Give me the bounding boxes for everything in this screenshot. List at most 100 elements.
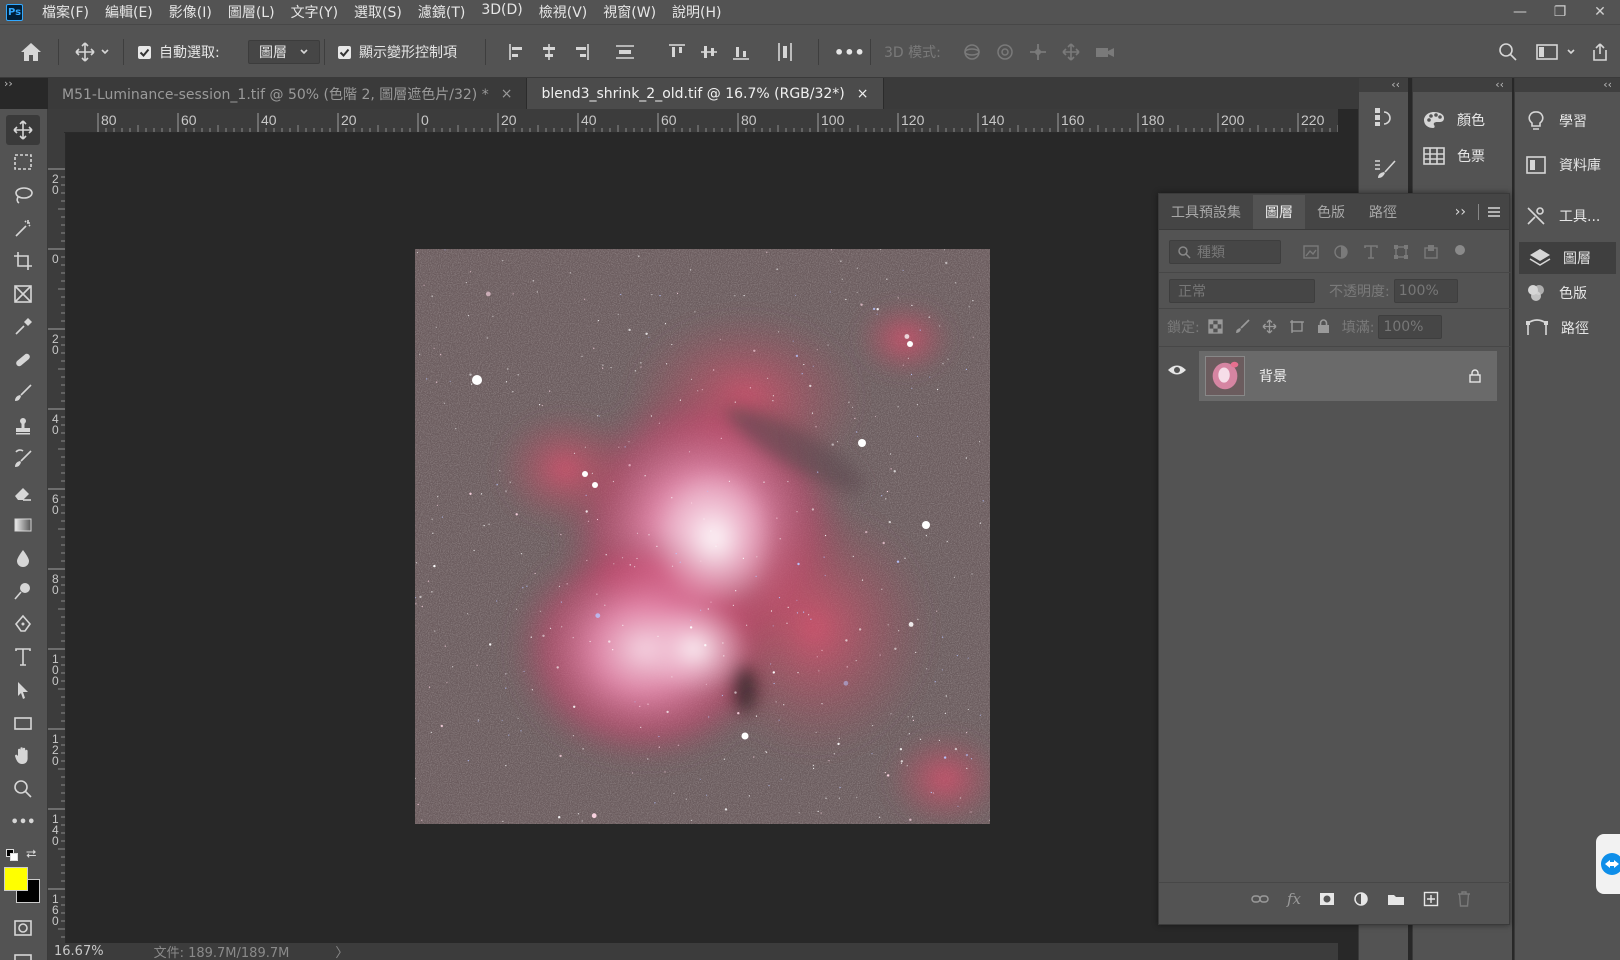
align-right-button[interactable] <box>572 25 590 79</box>
hand-tool[interactable] <box>6 741 40 771</box>
channels-panel-button[interactable]: 色版 <box>1515 274 1620 312</box>
filter-shape-icon[interactable] <box>1393 244 1409 260</box>
share-button[interactable] <box>1590 25 1610 79</box>
filter-smart-object-icon[interactable] <box>1423 244 1439 260</box>
align-left-button[interactable] <box>508 25 526 79</box>
tab-paths[interactable]: 路徑 <box>1357 195 1409 229</box>
vertical-ruler[interactable]: 20020406080100120140160 <box>48 133 66 943</box>
workspace-switcher-button[interactable] <box>1536 25 1576 79</box>
scale-3d-camera-icon[interactable] <box>1094 42 1116 62</box>
dodge-tool[interactable] <box>6 576 40 606</box>
blur-tool[interactable] <box>6 543 40 573</box>
align-top-button[interactable] <box>668 25 686 79</box>
adjustment-layer-icon[interactable] <box>1353 891 1369 907</box>
collapse-dock-button[interactable]: ‹‹ <box>1359 78 1408 92</box>
link-layers-icon[interactable] <box>1251 893 1269 905</box>
crop-tool[interactable] <box>6 246 40 276</box>
path-selection-tool[interactable] <box>6 675 40 705</box>
document-tab-active[interactable]: blend3_shrink_2_old.tif @ 16.7% (RGB/32*… <box>527 78 884 109</box>
more-options-button[interactable]: ••• <box>834 25 865 79</box>
menu-file[interactable]: 檔案(F) <box>42 2 89 22</box>
eraser-tool[interactable] <box>6 477 40 507</box>
screen-mode-button[interactable] <box>6 945 40 960</box>
healing-brush-tool[interactable] <box>6 345 40 375</box>
filter-pixel-icon[interactable] <box>1303 245 1319 259</box>
close-tab-button[interactable]: × <box>857 86 869 102</box>
filter-toggle-icon[interactable] <box>1453 245 1467 259</box>
orbit-3d-icon[interactable] <box>962 42 982 62</box>
history-brush-tool[interactable] <box>6 444 40 474</box>
menu-edit[interactable]: 編輯(E) <box>105 2 153 22</box>
search-button[interactable] <box>1498 25 1518 79</box>
rectangle-tool[interactable] <box>6 708 40 738</box>
layer-visibility-toggle[interactable] <box>1167 363 1187 381</box>
zoom-level[interactable]: 16.67% <box>54 944 104 959</box>
tool-presets-panel-button[interactable]: 工具... <box>1515 190 1620 242</box>
filter-type-icon[interactable] <box>1363 244 1379 260</box>
align-bottom-button[interactable] <box>732 25 750 79</box>
new-layer-icon[interactable] <box>1423 891 1439 907</box>
filter-adjustment-icon[interactable] <box>1333 244 1349 260</box>
type-tool[interactable] <box>6 642 40 672</box>
layer-row[interactable]: 背景 <box>1199 351 1497 401</box>
show-transform-checkbox[interactable]: 顯示變形控制項 <box>338 25 457 79</box>
remote-access-widget[interactable] <box>1596 834 1620 894</box>
learn-panel-button[interactable]: 學習 <box>1515 102 1620 140</box>
swap-colors-icon[interactable]: ⮂ <box>26 847 36 862</box>
gradient-tool[interactable] <box>6 510 40 540</box>
horizontal-ruler[interactable]: 80 60 40 20 0 20 40 60 80 100 120 140 160 180 200 220 <box>64 109 1338 133</box>
zoom-tool[interactable] <box>6 774 40 804</box>
move-tool[interactable] <box>6 115 40 145</box>
lock-pixels-icon[interactable] <box>1235 319 1250 334</box>
status-expand-arrow[interactable]: 〉 <box>335 942 348 960</box>
menu-type[interactable]: 文字(Y) <box>291 2 338 22</box>
distribute-horizontal-button[interactable] <box>776 25 794 79</box>
roll-3d-icon[interactable] <box>995 42 1015 62</box>
home-button[interactable] <box>20 25 42 79</box>
edit-toolbar-button[interactable]: ••• <box>6 807 40 837</box>
tab-layers[interactable]: 圖層 <box>1253 195 1305 229</box>
lock-position-icon[interactable] <box>1262 319 1277 334</box>
menu-select[interactable]: 選取(S) <box>354 2 402 22</box>
ruler-origin[interactable] <box>48 109 64 133</box>
opacity-input[interactable]: 100% <box>1393 278 1458 303</box>
new-group-folder-icon[interactable] <box>1387 892 1405 906</box>
swatches-panel-button[interactable]: 色票 <box>1413 138 1512 174</box>
brush-tool[interactable] <box>6 378 40 408</box>
foreground-color-swatch[interactable] <box>4 867 28 891</box>
blend-mode-dropdown[interactable]: 正常 <box>1169 278 1315 303</box>
color-panel-button[interactable]: 顏色 <box>1413 102 1512 138</box>
document-tab[interactable]: M51-Luminance-session_1.tif @ 50% (色階 2,… <box>48 78 528 109</box>
collapse-dock-button[interactable]: ‹‹ <box>1515 78 1620 92</box>
menu-view[interactable]: 檢視(V) <box>539 2 588 22</box>
add-mask-icon[interactable] <box>1319 892 1335 906</box>
expand-panel-button[interactable]: ›› <box>1443 195 1478 229</box>
tab-channels[interactable]: 色版 <box>1305 195 1357 229</box>
default-colors-icon[interactable] <box>6 849 18 861</box>
close-window-button[interactable]: ✕ <box>1580 0 1620 24</box>
lasso-tool[interactable] <box>6 180 40 210</box>
menu-layer[interactable]: 圖層(L) <box>228 2 275 22</box>
auto-select-checkbox[interactable]: 自動選取: <box>138 25 220 79</box>
restore-button[interactable]: ❐ <box>1540 0 1580 24</box>
fill-input[interactable]: 100% <box>1378 314 1443 339</box>
history-panel-button[interactable] <box>1373 106 1395 132</box>
lock-artboard-icon[interactable] <box>1289 319 1305 334</box>
libraries-panel-button[interactable]: 資料庫 <box>1515 140 1620 190</box>
auto-select-target-dropdown[interactable]: 圖層 <box>248 40 320 64</box>
menu-window[interactable]: 視窗(W) <box>603 2 656 22</box>
panel-menu-button[interactable] <box>1479 195 1509 229</box>
tab-tool-presets[interactable]: 工具預設集 <box>1159 195 1253 229</box>
magic-wand-tool[interactable] <box>6 213 40 243</box>
align-middle-button[interactable] <box>700 25 718 79</box>
menu-3d[interactable]: 3D(D) <box>481 2 522 22</box>
layer-style-fx-icon[interactable]: fx <box>1287 890 1301 908</box>
paths-panel-button[interactable]: 路徑 <box>1515 312 1620 344</box>
marquee-tool[interactable] <box>6 147 40 177</box>
move-tool-preset-button[interactable] <box>74 25 110 79</box>
lock-all-icon[interactable] <box>1317 319 1330 334</box>
align-center-h-button[interactable] <box>540 25 558 79</box>
lock-transparent-icon[interactable] <box>1208 319 1223 334</box>
pan-3d-icon[interactable] <box>1028 42 1048 62</box>
pen-tool[interactable] <box>6 609 40 639</box>
